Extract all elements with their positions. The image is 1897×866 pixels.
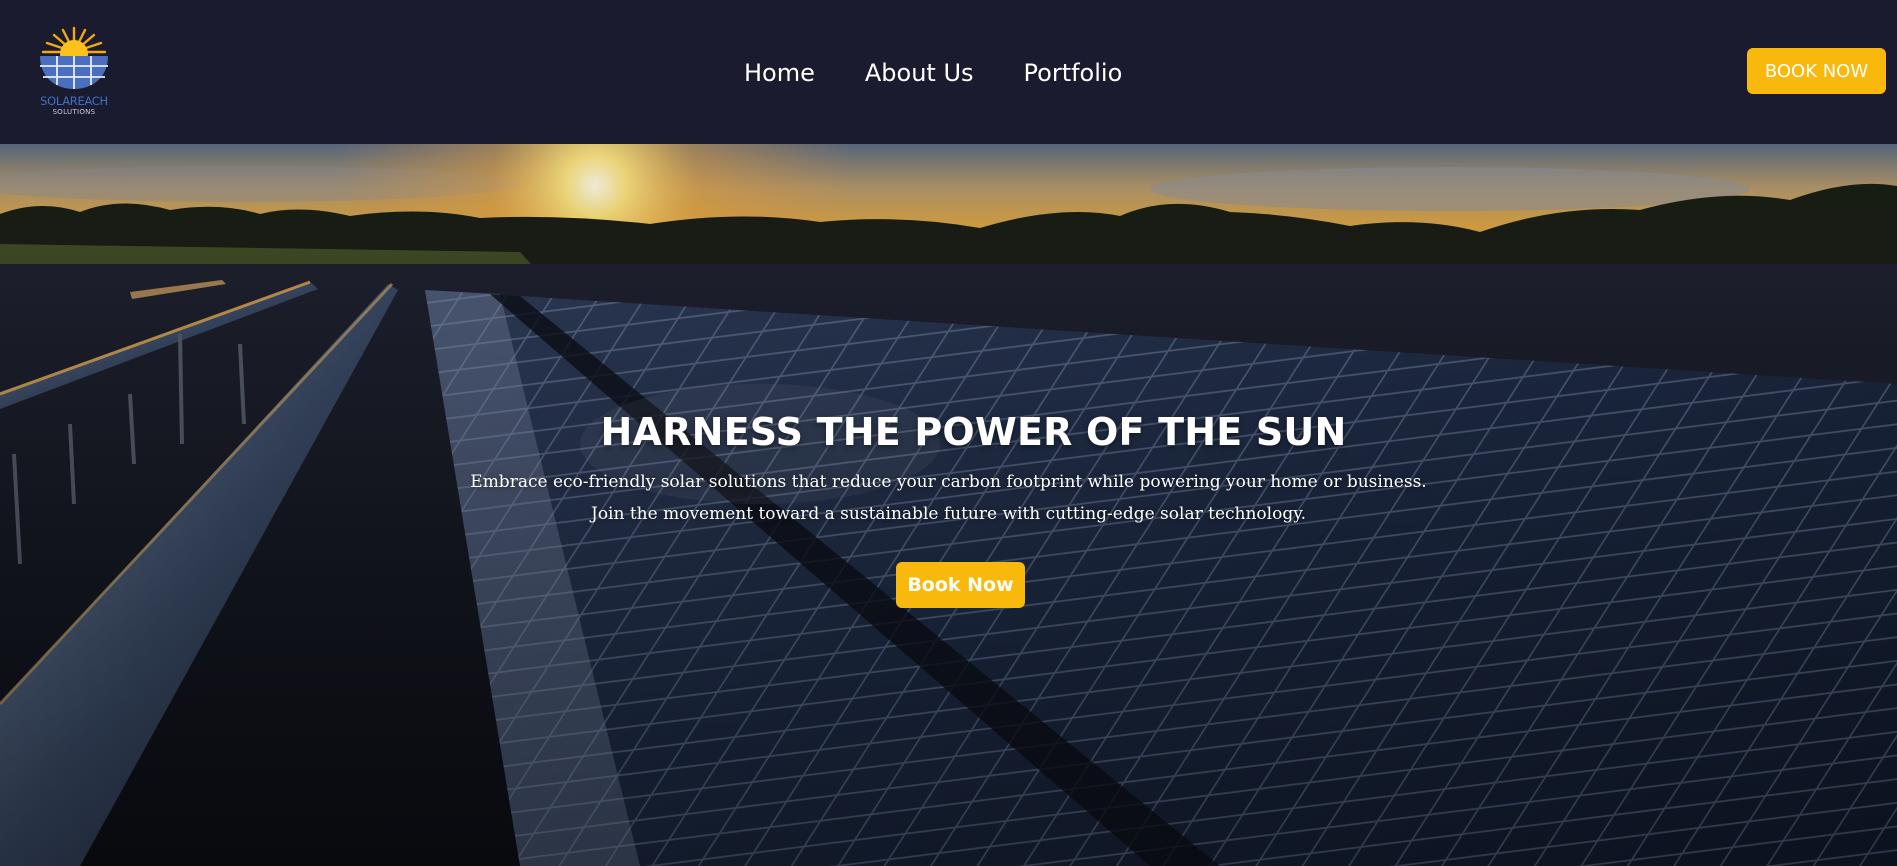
site-header: SOLAREACH SOLUTIONS Home About Us Portfo… <box>0 0 1897 144</box>
brand-name: SOLAREACH <box>40 94 108 108</box>
nav-portfolio-link[interactable]: Portfolio <box>1024 59 1123 87</box>
nav-home-link[interactable]: Home <box>744 59 815 87</box>
hero-section: HARNESS THE POWER OF THE SUN Embrace eco… <box>0 144 1897 866</box>
brand-tagline: SOLUTIONS <box>52 108 96 116</box>
brand-logo[interactable]: SOLAREACH SOLUTIONS <box>36 26 116 120</box>
hero-subtitle-line-2: Join the movement toward a sustainable f… <box>591 504 1306 524</box>
hero-subtitle-line-1: Embrace eco-friendly solar solutions tha… <box>470 472 1427 492</box>
main-nav: Home About Us Portfolio <box>744 56 1122 90</box>
nav-about-us-link[interactable]: About Us <box>865 59 974 87</box>
hero-title: HARNESS THE POWER OF THE SUN <box>600 410 1347 454</box>
header-book-now-button[interactable]: BOOK NOW <box>1747 48 1886 94</box>
hero-book-now-button[interactable]: Book Now <box>896 562 1025 608</box>
sun-over-solar-panel-icon <box>40 26 108 89</box>
hero-subtitle: Embrace eco-friendly solar solutions tha… <box>0 466 1897 530</box>
